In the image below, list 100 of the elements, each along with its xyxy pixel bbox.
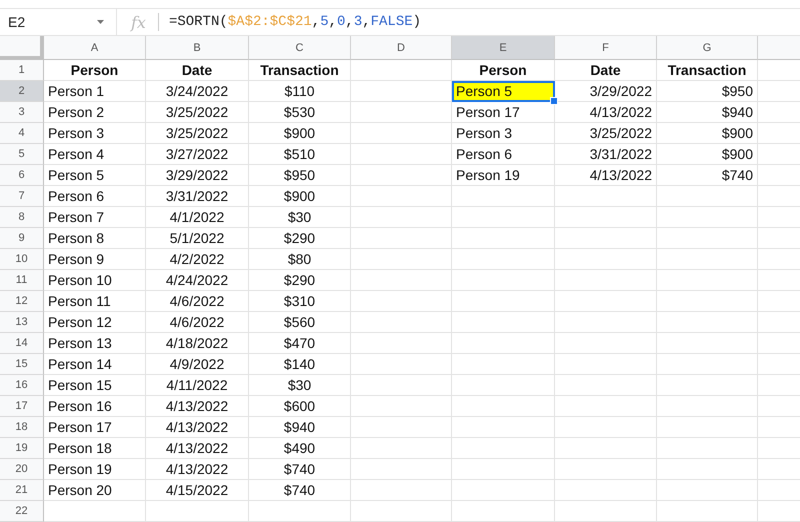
table-cell[interactable]: $510	[249, 144, 351, 165]
table-cell[interactable]: 3/29/2022	[146, 165, 249, 186]
table-cell[interactable]: $940	[657, 102, 758, 123]
table-cell[interactable]: $140	[249, 354, 351, 375]
table-cell[interactable]: 5/1/2022	[146, 228, 249, 249]
table-cell[interactable]: $900	[657, 123, 758, 144]
table-cell[interactable]: $560	[249, 312, 351, 333]
table-cell[interactable]: 3/31/2022	[555, 144, 657, 165]
table-cell[interactable]: $470	[249, 333, 351, 354]
table-cell[interactable]: Transaction	[657, 60, 758, 81]
table-cell[interactable]: Person 20	[44, 480, 146, 501]
table-cell[interactable]: Person 7	[44, 207, 146, 228]
table-cell[interactable]: Person 5	[44, 165, 146, 186]
column-header[interactable]: C	[249, 36, 351, 60]
row-header[interactable]: 3	[0, 102, 44, 123]
table-cell[interactable]: 4/2/2022	[146, 249, 249, 270]
table-cell[interactable]: 3/29/2022	[555, 81, 657, 102]
row-header[interactable]: 18	[0, 417, 44, 438]
row-header[interactable]: 1	[0, 60, 44, 81]
table-cell[interactable]: Person 17	[44, 417, 146, 438]
table-cell[interactable]: Person 18	[44, 438, 146, 459]
table-cell[interactable]: 4/9/2022	[146, 354, 249, 375]
row-header[interactable]: 12	[0, 291, 44, 312]
table-cell[interactable]: 4/13/2022	[146, 459, 249, 480]
table-cell[interactable]: Person 13	[44, 333, 146, 354]
select-all-corner[interactable]	[0, 36, 44, 60]
table-cell[interactable]: $530	[249, 102, 351, 123]
table-cell[interactable]: 4/13/2022	[146, 396, 249, 417]
row-header[interactable]: 5	[0, 144, 44, 165]
table-cell[interactable]: Person	[452, 60, 555, 81]
row-header[interactable]: 6	[0, 165, 44, 186]
table-cell[interactable]: 4/18/2022	[146, 333, 249, 354]
table-cell[interactable]: Person 2	[44, 102, 146, 123]
row-header[interactable]: 11	[0, 270, 44, 291]
table-cell[interactable]: Person 14	[44, 354, 146, 375]
column-header[interactable]: F	[555, 36, 657, 60]
table-cell[interactable]: Person 17	[452, 102, 555, 123]
row-header[interactable]: 17	[0, 396, 44, 417]
table-cell[interactable]: $740	[249, 459, 351, 480]
table-cell[interactable]: Person 3	[44, 123, 146, 144]
table-cell[interactable]: Person 4	[44, 144, 146, 165]
row-header[interactable]: 10	[0, 249, 44, 270]
row-header[interactable]: 16	[0, 375, 44, 396]
table-cell[interactable]: Person 10	[44, 270, 146, 291]
table-cell[interactable]: 4/11/2022	[146, 375, 249, 396]
row-header[interactable]: 19	[0, 438, 44, 459]
table-cell[interactable]: $290	[249, 270, 351, 291]
table-cell[interactable]: $900	[249, 123, 351, 144]
table-cell[interactable]: $30	[249, 207, 351, 228]
table-cell[interactable]: Person 19	[452, 165, 555, 186]
table-cell[interactable]: 3/25/2022	[555, 123, 657, 144]
row-header[interactable]: 20	[0, 459, 44, 480]
column-header[interactable]: B	[146, 36, 249, 60]
table-cell[interactable]: $900	[657, 144, 758, 165]
table-cell[interactable]: Person 8	[44, 228, 146, 249]
table-cell[interactable]: Person 11	[44, 291, 146, 312]
table-cell[interactable]: $30	[249, 375, 351, 396]
row-header[interactable]: 21	[0, 480, 44, 501]
table-cell[interactable]: Person	[44, 60, 146, 81]
table-cell[interactable]: 3/25/2022	[146, 102, 249, 123]
table-cell[interactable]: 4/13/2022	[555, 102, 657, 123]
row-header[interactable]: 9	[0, 228, 44, 249]
table-cell[interactable]: $600	[249, 396, 351, 417]
table-cell[interactable]: $950	[657, 81, 758, 102]
table-cell[interactable]: Person 15	[44, 375, 146, 396]
table-cell[interactable]: Person 1	[44, 81, 146, 102]
column-header[interactable]: G	[657, 36, 758, 60]
table-cell[interactable]: 4/13/2022	[146, 438, 249, 459]
column-header[interactable]	[758, 36, 800, 60]
table-cell[interactable]: 4/13/2022	[555, 165, 657, 186]
table-cell[interactable]: Person 6	[44, 186, 146, 207]
table-cell[interactable]: 3/25/2022	[146, 123, 249, 144]
fill-handle[interactable]	[550, 97, 558, 105]
table-cell[interactable]: 4/6/2022	[146, 291, 249, 312]
row-header[interactable]: 13	[0, 312, 44, 333]
table-cell[interactable]: $80	[249, 249, 351, 270]
table-cell[interactable]: 4/6/2022	[146, 312, 249, 333]
table-cell[interactable]: $490	[249, 438, 351, 459]
table-cell[interactable]: 4/1/2022	[146, 207, 249, 228]
table-cell[interactable]: Person 3	[452, 123, 555, 144]
row-header[interactable]: 2	[0, 81, 44, 102]
column-header[interactable]: E	[452, 36, 555, 60]
row-header[interactable]: 14	[0, 333, 44, 354]
table-cell[interactable]: Person 16	[44, 396, 146, 417]
column-header[interactable]: A	[44, 36, 146, 60]
formula-input[interactable]: =SORTN($A$2:$C$21,5,0,3,FALSE)	[168, 14, 422, 30]
table-cell[interactable]: 3/24/2022	[146, 81, 249, 102]
table-cell[interactable]: 3/27/2022	[146, 144, 249, 165]
table-cell[interactable]: Person 12	[44, 312, 146, 333]
table-cell[interactable]: Person 5	[452, 81, 555, 102]
table-cell[interactable]: 3/31/2022	[146, 186, 249, 207]
table-cell[interactable]: $740	[657, 165, 758, 186]
column-header[interactable]: D	[351, 36, 452, 60]
table-cell[interactable]: $940	[249, 417, 351, 438]
table-cell[interactable]: 4/15/2022	[146, 480, 249, 501]
name-box[interactable]: E2	[0, 9, 117, 35]
table-cell[interactable]: Person 6	[452, 144, 555, 165]
table-cell[interactable]: Date	[555, 60, 657, 81]
table-cell[interactable]: $290	[249, 228, 351, 249]
table-cell[interactable]: Person 9	[44, 249, 146, 270]
